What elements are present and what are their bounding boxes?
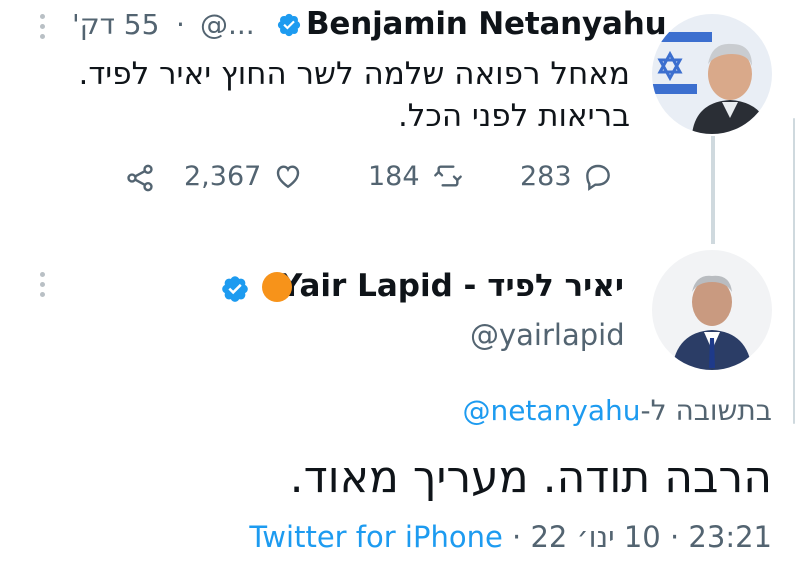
like-count: 2,367 xyxy=(184,160,262,192)
retweet-action[interactable]: 184 xyxy=(368,160,466,192)
source-link[interactable]: Twitter for iPhone xyxy=(249,520,502,554)
panel-edge xyxy=(793,118,795,424)
like-icon xyxy=(271,160,305,192)
handle[interactable]: @... xyxy=(200,8,255,41)
reply-to-line: בתשובה ל-@netanyahu xyxy=(462,394,772,427)
tweet-meta: Twitter for iPhone · 10 ינו׳ 22 · 23:21 xyxy=(249,520,772,554)
reply-to-prefix: בתשובה ל- xyxy=(640,394,772,427)
separator: · xyxy=(669,520,680,554)
share-icon[interactable] xyxy=(122,162,158,198)
reply-icon xyxy=(582,160,614,192)
tweet-text-line2: בריאות לפני הכל. xyxy=(397,98,630,134)
retweet-icon xyxy=(430,160,466,192)
kebab-menu-icon[interactable] xyxy=(40,14,45,39)
timestamp[interactable]: 55 דק' xyxy=(72,8,159,41)
reply-count: 283 xyxy=(520,160,572,192)
reply-action[interactable]: 283 xyxy=(520,160,614,192)
handle[interactable]: @yairlapid xyxy=(470,318,625,352)
verified-badge-icon xyxy=(220,274,250,304)
retweet-count: 184 xyxy=(368,160,420,192)
avatar-lapid[interactable] xyxy=(652,250,772,370)
avatar-netanyahu[interactable] xyxy=(652,14,772,134)
status-emoji-orange-circle xyxy=(262,272,292,302)
separator: · xyxy=(512,520,522,554)
tweet-text: הרבה תודה. מעריך מאוד. xyxy=(289,452,772,503)
thread-line xyxy=(711,136,715,244)
verified-badge-icon xyxy=(276,12,302,38)
author-name[interactable]: Benjamin Netanyahu xyxy=(306,6,667,42)
author-name[interactable]: Yair Lapid - יאיר לפיד xyxy=(280,268,624,304)
reply-to-handle[interactable]: @netanyahu xyxy=(462,394,640,427)
tweet-text-line1: מאחל רפואה שלמה לשר החוץ יאיר לפיד. xyxy=(78,56,630,92)
tweet-date[interactable]: 10 ינו׳ 22 xyxy=(530,520,660,554)
like-action[interactable]: 2,367 xyxy=(184,160,305,192)
separator: · xyxy=(176,8,185,41)
tweet-time[interactable]: 23:21 xyxy=(688,520,772,554)
kebab-menu-icon[interactable] xyxy=(40,272,45,297)
